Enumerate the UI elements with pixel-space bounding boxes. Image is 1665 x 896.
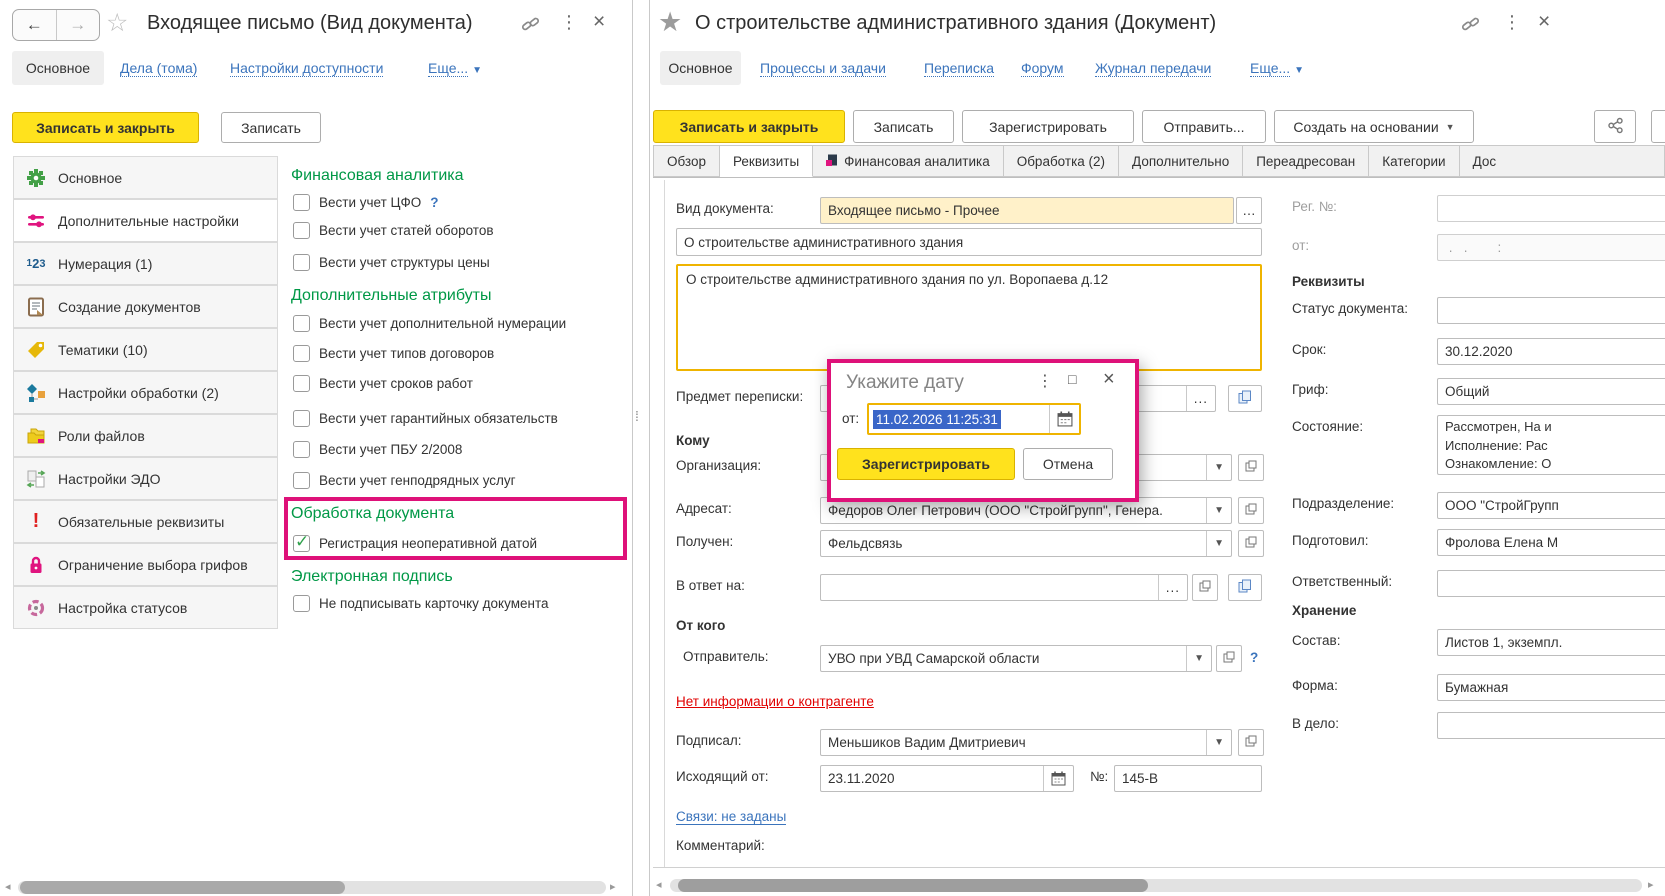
number-label: №: [1090,769,1108,784]
dialog-cancel-button[interactable]: Отмена [1023,448,1113,480]
dropdown-icon[interactable]: ▼ [1206,498,1224,523]
due-field[interactable]: 30.12.2020 [1437,338,1665,365]
addressee-open-button[interactable] [1238,497,1264,524]
copy-pages-icon [1238,579,1252,596]
form-left-border [664,180,665,867]
addressee-label: Адресат: [676,501,732,516]
open-window-icon [1245,735,1257,750]
org-open-button[interactable] [1238,454,1264,481]
reg-date-label: от: [1292,238,1309,253]
state-field[interactable]: Рассмотрен, На и Исполнение: Рас Ознаком… [1437,415,1665,475]
open-window-icon [1245,536,1257,551]
calendar-icon[interactable] [1049,405,1079,433]
status-label: Статус документа: [1292,301,1408,316]
number-field[interactable]: 145-В [1114,765,1262,792]
h-scrollbar-thumb[interactable] [678,879,1148,892]
form-field[interactable]: Бумажная [1437,674,1665,701]
storage-header: Хранение [1292,603,1356,618]
case-label: В дело: [1292,716,1339,731]
received-open-button[interactable] [1238,530,1264,557]
dropdown-icon[interactable]: ▼ [1186,646,1204,671]
ellipsis-icon[interactable]: ... [1158,575,1180,600]
composition-field[interactable]: Листов 1, экземпл. [1437,629,1665,656]
sender-field[interactable]: УВО при УВД Самарской области ▼ [820,645,1212,672]
grif-field[interactable]: Общий [1437,378,1665,405]
in-reply-field[interactable]: ... [820,574,1188,601]
composition-label: Состав: [1292,633,1340,648]
calendar-icon[interactable] [1043,766,1066,791]
doc-kind-label: Вид документа: [676,201,774,216]
dialog-title: Укажите дату [846,372,964,394]
dialog-date-field[interactable]: 11.02.2026 11:25:31 [867,403,1081,435]
signed-label: Подписал: [676,733,742,748]
subject-label: Предмет переписки: [676,389,803,404]
dropdown-icon[interactable]: ▼ [1206,531,1224,556]
from-header: От кого [676,618,725,633]
scroll-left-icon[interactable]: ◂ [656,879,662,892]
department-field[interactable]: ООО "СтройГрупп [1437,492,1665,519]
open-window-icon [1199,580,1211,595]
reg-num-field[interactable] [1437,195,1665,222]
form-label: Форма: [1292,678,1338,693]
case-field[interactable] [1437,712,1665,739]
in-reply-label: В ответ на: [676,578,745,593]
subject-copy-button[interactable] [1228,385,1262,412]
state-label: Состояние: [1292,419,1363,434]
dropdown-icon[interactable]: ▼ [1206,455,1224,480]
signed-open-button[interactable] [1238,729,1264,756]
scroll-right-icon[interactable]: ▸ [1648,879,1654,892]
requisites-header: Реквизиты [1292,274,1365,289]
maximize-icon[interactable]: □ [1068,371,1076,387]
responsible-label: Ответственный: [1292,574,1392,589]
outgoing-date-field[interactable]: 23.11.2020 [820,765,1074,792]
reg-date-field[interactable]: . . : [1437,234,1665,261]
open-window-icon [1223,651,1235,666]
status-field[interactable] [1437,297,1665,324]
ellipsis-icon[interactable]: ... [1186,386,1208,411]
received-label: Получен: [676,534,733,549]
more-menu-icon[interactable]: ⋮ [1037,371,1053,391]
department-label: Подразделение: [1292,496,1394,511]
in-reply-open-button[interactable] [1192,574,1218,601]
doc-title-field[interactable]: О строительстве административного здания [676,228,1262,256]
comment-label: Комментарий: [676,838,765,853]
prepared-field[interactable]: Фролова Елена М [1437,529,1665,556]
dropdown-icon[interactable]: ▼ [1206,730,1224,755]
due-label: Срок: [1292,342,1326,357]
no-counterparty-link[interactable]: Нет информации о контрагенте [676,694,874,709]
received-field[interactable]: Фельдсвязь ▼ [820,530,1232,557]
open-window-icon [1245,460,1257,475]
doc-summary-field[interactable]: О строительстве административного здания… [676,264,1262,371]
page: { "left_window": { "title": "Входящее пи… [0,0,1665,896]
dialog-register-button[interactable]: Зарегистрировать [837,448,1015,480]
date-dialog: Укажите дату ⋮ □ × от: 11.02.2026 11:25:… [827,359,1139,502]
in-reply-copy-button[interactable] [1228,574,1262,601]
copy-pages-icon [1238,390,1252,407]
sender-open-button[interactable] [1216,645,1242,672]
outgoing-label: Исходящий от: [676,769,769,784]
prepared-label: Подготовил: [1292,533,1369,548]
h-scrollbar[interactable] [670,879,1642,892]
form-bottom-border [653,867,1665,868]
responsible-field[interactable] [1437,570,1665,597]
grif-label: Гриф: [1292,382,1328,397]
links-link[interactable]: Связи: не заданы [676,809,786,825]
reg-num-label: Рег. №: [1292,199,1337,214]
to-header: Кому [676,433,710,448]
signed-field[interactable]: Меньшиков Вадим Дмитриевич ▼ [820,729,1232,756]
open-window-icon [1245,503,1257,518]
sender-help-link[interactable]: ? [1250,650,1258,665]
sender-label: Отправитель: [683,649,768,664]
doc-kind-select-button[interactable]: … [1236,197,1262,224]
org-label: Организация: [676,458,761,473]
doc-kind-field[interactable]: Входящее письмо - Прочее [820,197,1234,224]
close-icon[interactable]: × [1103,368,1115,391]
dialog-from-label: от: [842,411,859,426]
